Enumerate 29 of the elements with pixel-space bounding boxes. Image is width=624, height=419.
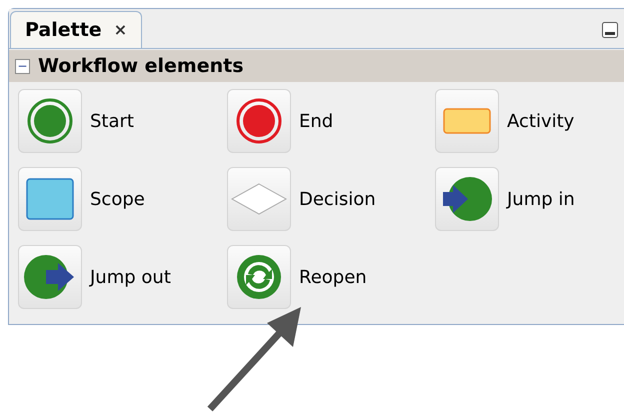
refresh-icon xyxy=(236,254,282,300)
end-circle-icon xyxy=(236,98,282,144)
tab-title: Palette xyxy=(25,18,102,43)
item-label: Jump in xyxy=(507,188,575,212)
section-header[interactable]: − Workflow elements xyxy=(9,50,624,82)
section-title: Workflow elements xyxy=(38,54,244,79)
item-label: Start xyxy=(90,110,134,134)
item-label: Reopen xyxy=(299,266,367,290)
palette-tab[interactable]: Palette × xyxy=(10,11,142,48)
collapse-toggle[interactable]: − xyxy=(15,58,30,74)
palette-item-button[interactable] xyxy=(18,245,82,309)
minimize-icon[interactable] xyxy=(602,22,618,38)
palette-item-button[interactable] xyxy=(435,167,499,231)
item-label: Scope xyxy=(90,188,145,212)
item-label: End xyxy=(299,110,334,134)
palette-item-button[interactable] xyxy=(18,89,82,153)
rectangle-icon xyxy=(443,108,491,134)
item-label: Jump out xyxy=(90,266,171,290)
square-icon xyxy=(26,178,74,220)
item-label: Decision xyxy=(299,188,376,212)
palette-item-button[interactable] xyxy=(227,89,291,153)
diamond-icon xyxy=(231,183,287,215)
palette-item-button[interactable] xyxy=(227,245,291,309)
item-label: Activity xyxy=(507,110,574,134)
arrow-into-circle-icon xyxy=(441,176,493,222)
palette-item-button[interactable] xyxy=(18,167,82,231)
arrow-out-circle-icon xyxy=(24,254,76,300)
close-button[interactable]: × xyxy=(114,18,128,42)
start-circle-icon xyxy=(27,98,73,144)
